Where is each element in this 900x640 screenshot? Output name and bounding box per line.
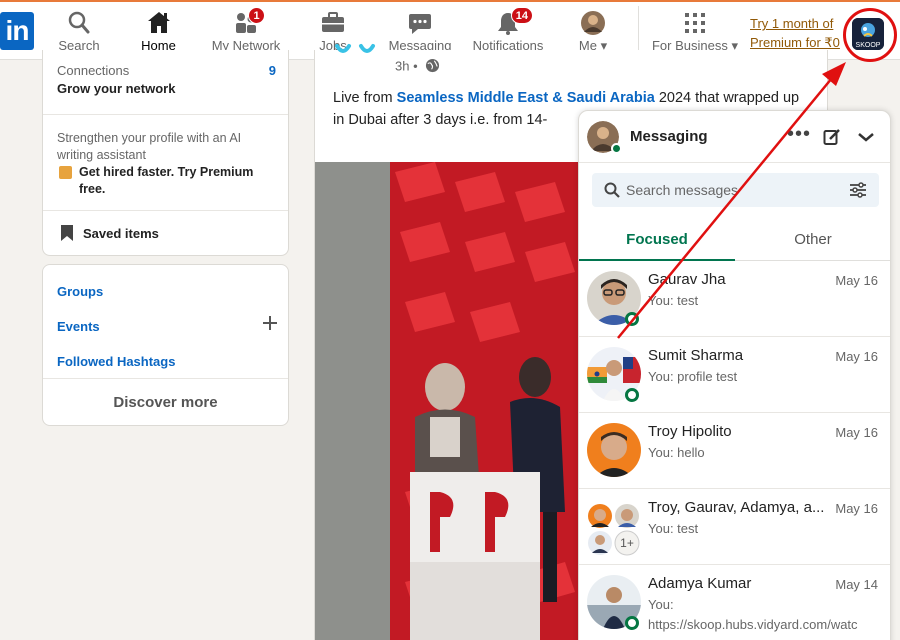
nav-divider bbox=[638, 6, 639, 56]
messaging-panel: Messaging ••• Search messages Focused Ot… bbox=[578, 110, 891, 640]
post-text-start: Live from bbox=[333, 90, 397, 106]
bookmark-icon bbox=[61, 225, 73, 244]
conversation-preview: You: hello bbox=[648, 445, 705, 460]
tab-other[interactable]: Other bbox=[735, 219, 890, 261]
home-icon bbox=[146, 10, 172, 36]
online-indicator bbox=[625, 312, 639, 326]
conversation-date: May 16 bbox=[835, 273, 878, 288]
premium-line-1: Try 1 month of bbox=[750, 16, 834, 31]
premium-cta-link[interactable]: Get hired faster. Try Premium free. bbox=[57, 164, 276, 198]
grow-network-link[interactable]: Grow your network bbox=[57, 81, 276, 96]
divider bbox=[43, 210, 288, 211]
briefcase-icon bbox=[320, 10, 346, 36]
conversation-date: May 16 bbox=[835, 501, 878, 516]
conversation-preview: You: bbox=[648, 597, 674, 612]
conversation-preview: You: profile test bbox=[648, 369, 738, 384]
events-link[interactable]: Events bbox=[57, 319, 276, 334]
conversation-item[interactable]: Adamya Kumar You: https://skoop.hubs.vid… bbox=[579, 565, 890, 640]
globe-icon bbox=[425, 58, 440, 76]
connections-count: 9 bbox=[268, 63, 276, 78]
conversation-preview: You: test bbox=[648, 521, 699, 536]
communities-card: Groups Events Followed Hashtags Discover… bbox=[42, 264, 289, 426]
conversation-preview-link: https://skoop.hubs.vidyard.com/watc bbox=[648, 617, 858, 632]
network-icon: 1 bbox=[233, 7, 265, 36]
conversation-name: Troy Hipolito bbox=[648, 423, 732, 440]
online-indicator bbox=[625, 616, 639, 630]
conversation-preview: You: test bbox=[648, 293, 699, 308]
messaging-icon bbox=[407, 10, 433, 36]
filter-icon[interactable] bbox=[849, 182, 867, 203]
tab-focused[interactable]: Focused bbox=[579, 219, 735, 261]
group-avatars: 1+ bbox=[587, 503, 643, 557]
premium-cta-text: Get hired faster. Try Premium free. bbox=[79, 165, 254, 196]
avatar-icon bbox=[580, 10, 606, 36]
messaging-search-placeholder: Search messages bbox=[626, 182, 739, 198]
conversation-name: Gaurav Jha bbox=[648, 271, 726, 288]
conversation-item[interactable]: Sumit Sharma You: profile test May 16 bbox=[579, 337, 890, 413]
conversation-item-group[interactable]: 1+ Troy, Gaurav, Adamya, a... You: test … bbox=[579, 489, 890, 565]
ai-assistant-text: Strengthen your profile with an AI writi… bbox=[57, 131, 242, 162]
grid-icon bbox=[682, 10, 708, 36]
my-online-indicator bbox=[611, 143, 622, 154]
groups-link[interactable]: Groups bbox=[57, 284, 276, 299]
followed-hashtags-link[interactable]: Followed Hashtags bbox=[57, 354, 276, 369]
discover-more-button[interactable]: Discover more bbox=[43, 394, 288, 411]
more-options-icon[interactable]: ••• bbox=[787, 124, 811, 144]
post-mention-link[interactable]: Seamless Middle East & Saudi Arabia bbox=[397, 90, 655, 106]
conversation-date: May 16 bbox=[835, 349, 878, 364]
compose-icon[interactable] bbox=[823, 128, 841, 151]
conversation-date: May 16 bbox=[835, 425, 878, 440]
contact-avatar bbox=[587, 423, 641, 477]
conversation-name: Sumit Sharma bbox=[648, 347, 744, 364]
conversation-date: May 14 bbox=[835, 577, 878, 592]
post-author-avatar[interactable] bbox=[333, 40, 381, 62]
messaging-title: Messaging bbox=[630, 128, 708, 145]
search-icon bbox=[66, 10, 92, 36]
try-premium-link[interactable]: Try 1 month of Premium for ₹0 bbox=[750, 14, 842, 52]
post-time-text: 3h • bbox=[395, 58, 418, 74]
network-badge: 1 bbox=[248, 7, 265, 24]
conversation-item[interactable]: Troy Hipolito You: hello May 16 bbox=[579, 413, 890, 489]
linkedin-logo[interactable]: in bbox=[0, 12, 34, 50]
collapse-chevron-icon[interactable] bbox=[857, 130, 875, 148]
premium-icon bbox=[59, 166, 72, 179]
post-time: 3h • bbox=[395, 58, 440, 76]
search-icon bbox=[604, 182, 620, 203]
bell-icon: 14 bbox=[495, 7, 533, 36]
notifications-badge: 14 bbox=[510, 7, 533, 24]
add-event-icon[interactable] bbox=[262, 315, 278, 331]
divider bbox=[43, 378, 288, 379]
divider bbox=[43, 114, 288, 115]
messaging-tabs: Focused Other bbox=[579, 219, 890, 261]
conversation-item[interactable]: Gaurav Jha You: test May 16 bbox=[579, 261, 890, 337]
conversation-name: Adamya Kumar bbox=[648, 575, 752, 592]
group-extra-count: 1+ bbox=[620, 536, 634, 550]
online-indicator bbox=[625, 388, 639, 402]
conversation-name: Troy, Gaurav, Adamya, a... bbox=[648, 499, 825, 516]
profile-card: Connections 9 Grow your network Strength… bbox=[42, 50, 289, 256]
messaging-search[interactable]: Search messages bbox=[592, 173, 879, 207]
messaging-header[interactable]: Messaging ••• bbox=[579, 111, 890, 163]
saved-items-label: Saved items bbox=[83, 226, 159, 241]
saved-items-link[interactable]: Saved items bbox=[57, 225, 276, 244]
annotation-circle bbox=[843, 8, 897, 62]
